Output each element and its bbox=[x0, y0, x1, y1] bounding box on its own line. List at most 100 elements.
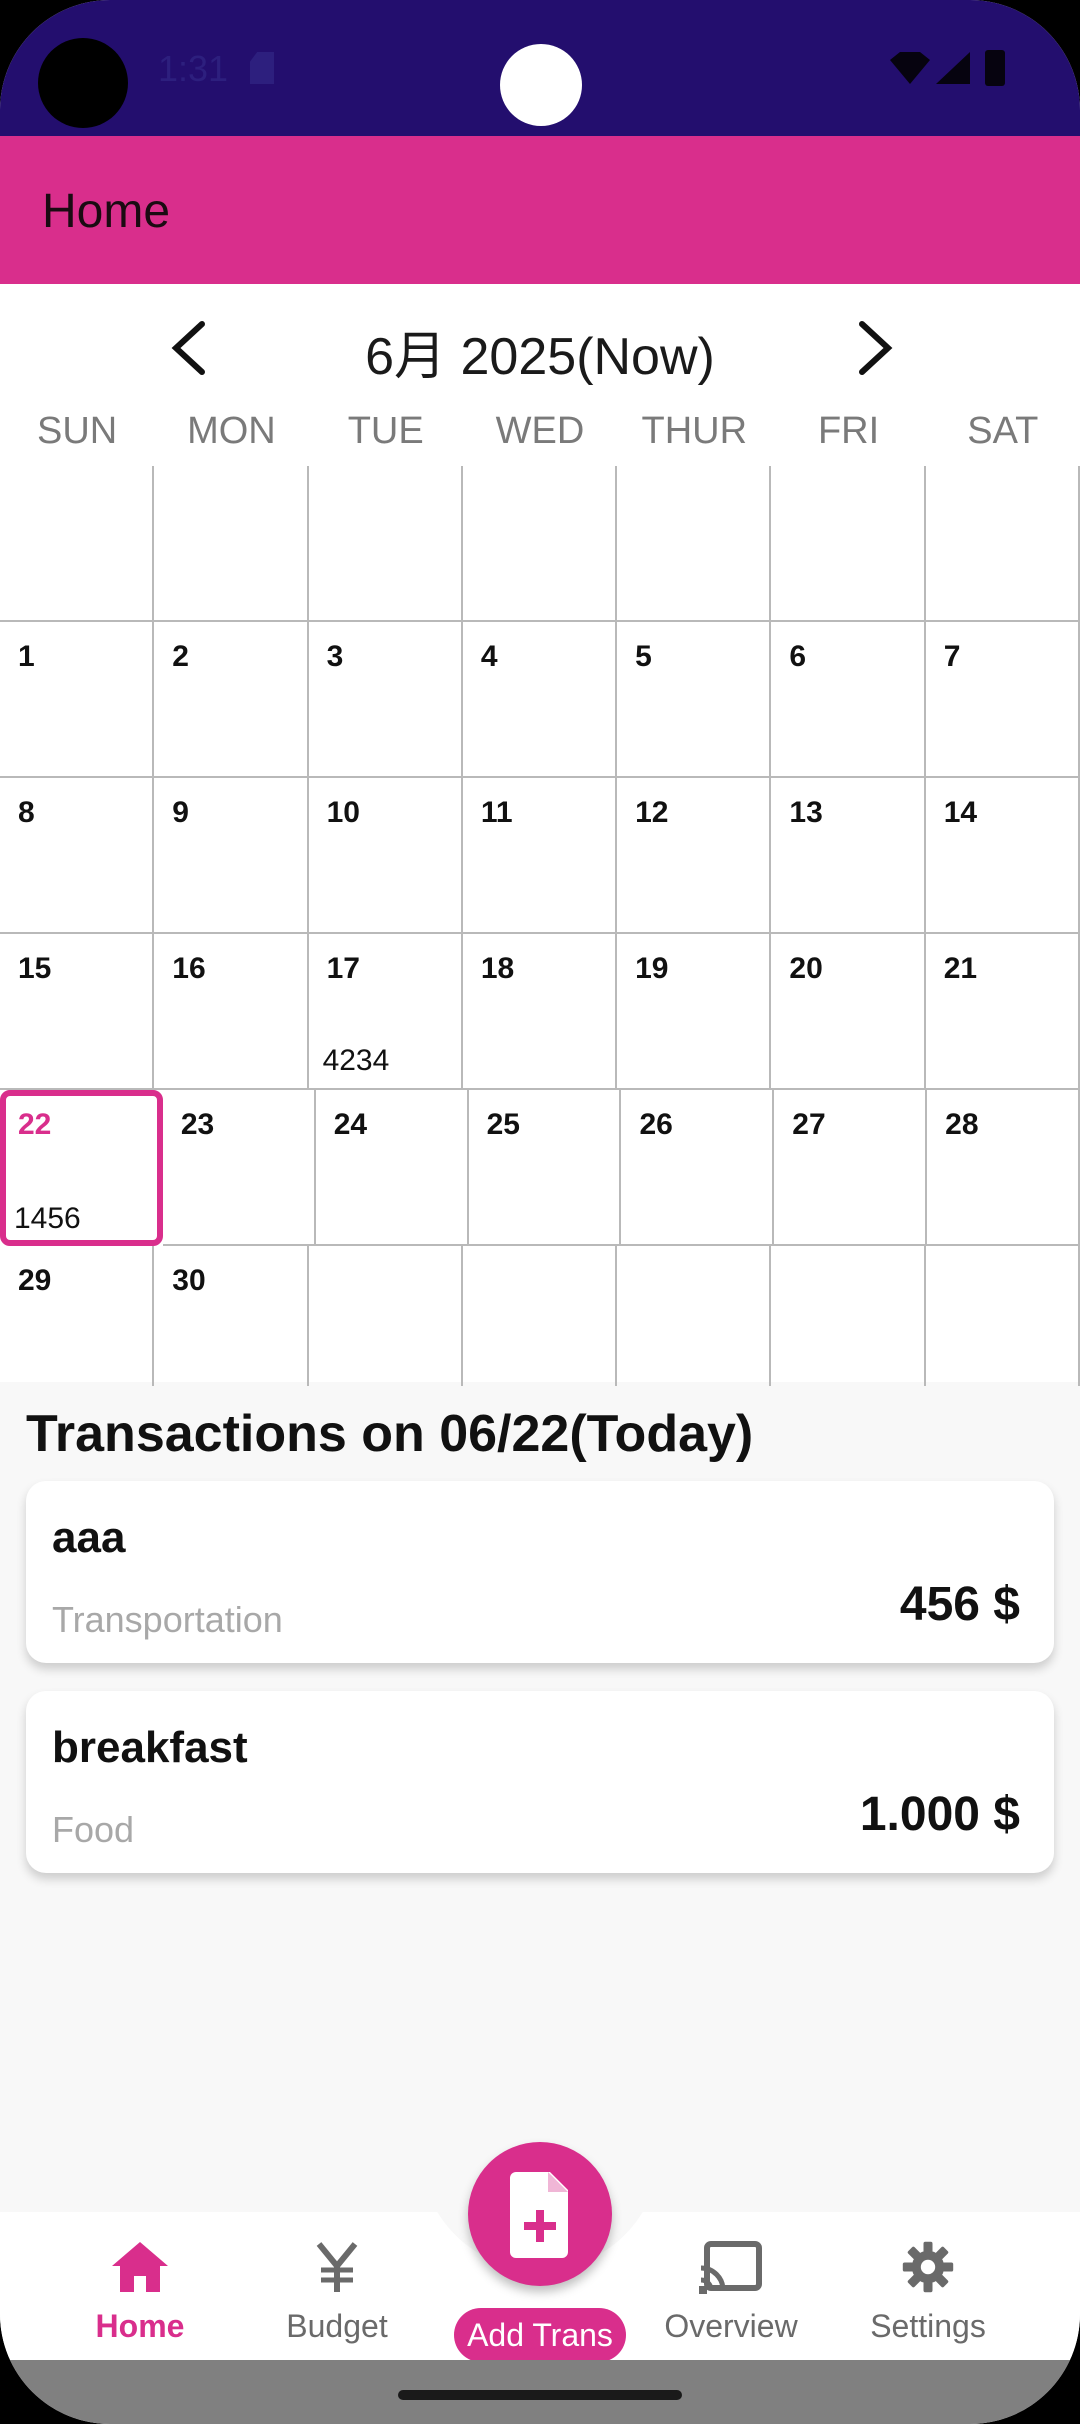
calendar-empty-cell bbox=[926, 1246, 1080, 1386]
calendar-day[interactable]: 15 bbox=[0, 934, 155, 1090]
transaction-card[interactable]: breakfast Food 1.000 $ bbox=[26, 1691, 1054, 1873]
day-number: 19 bbox=[635, 952, 669, 985]
day-number: 16 bbox=[172, 952, 206, 985]
battery-icon bbox=[985, 50, 1005, 86]
status-time: 1:31 bbox=[158, 48, 229, 89]
page-title: Home bbox=[42, 185, 171, 238]
calendar-day[interactable]: 8 bbox=[0, 778, 155, 934]
day-number: 15 bbox=[18, 952, 52, 985]
calendar-day[interactable]: 16 bbox=[154, 934, 309, 1090]
calendar-empty-cell bbox=[462, 466, 618, 622]
transaction-amount: 1.000 $ bbox=[859, 1788, 1020, 1841]
calendar-day[interactable]: 20 bbox=[771, 934, 926, 1090]
gear-icon bbox=[902, 2241, 954, 2293]
transaction-category: Transportation bbox=[52, 1599, 283, 1640]
day-number: 20 bbox=[789, 952, 823, 985]
weekday-label: TUE bbox=[347, 410, 424, 452]
calendar-day[interactable]: 1 bbox=[0, 622, 155, 778]
gesture-handle[interactable] bbox=[398, 2390, 682, 2400]
calendar-empty-cell bbox=[925, 466, 1080, 622]
day-number: 25 bbox=[486, 1108, 520, 1141]
calendar-day[interactable]: 19 bbox=[617, 934, 772, 1090]
calendar-day[interactable]: 30 bbox=[154, 1246, 309, 1386]
weekday-label: MON bbox=[187, 410, 276, 452]
add-transaction-label[interactable]: Add Trans bbox=[454, 2308, 626, 2362]
calendar-grid: 1 2 3 4 5 6 7 8 9 10 11 12 13 14 15 16 17 4234 18 19 20 21 22 1… bbox=[0, 466, 1080, 1386]
nav-label: Budget bbox=[286, 2308, 388, 2344]
calendar-day[interactable]: 11 bbox=[462, 778, 618, 934]
calendar-day[interactable]: 21 bbox=[925, 934, 1080, 1090]
camera-cutout-icon bbox=[38, 38, 128, 128]
calendar-day[interactable]: 2 bbox=[154, 622, 309, 778]
day-number: 11 bbox=[480, 796, 513, 829]
transaction-name: breakfast bbox=[52, 1723, 248, 1772]
month-title: 6月 2025(Now) bbox=[365, 328, 715, 386]
day-number: 5 bbox=[635, 640, 652, 673]
day-number: 2 bbox=[172, 640, 189, 673]
day-total: 4234 bbox=[322, 1044, 390, 1077]
calendar-empty-cell bbox=[771, 466, 926, 622]
calendar-week bbox=[0, 466, 1080, 622]
day-number: 10 bbox=[326, 796, 360, 829]
chevron-left-icon[interactable] bbox=[166, 318, 212, 378]
calendar: 6月 2025(Now) SUN MON TUE WED THUR FRI SA… bbox=[0, 284, 1080, 1386]
calendar-empty-cell bbox=[309, 1246, 463, 1386]
nav-item-budget[interactable]: Budget bbox=[252, 2240, 422, 2345]
nav-item-overview[interactable]: Overview bbox=[646, 2240, 816, 2345]
calendar-day[interactable]: 26 bbox=[621, 1090, 775, 1246]
day-number: 27 bbox=[792, 1108, 826, 1141]
day-total: 1456 bbox=[14, 1202, 81, 1235]
calendar-day[interactable]: 29 bbox=[0, 1246, 155, 1386]
calendar-day[interactable]: 25 bbox=[468, 1090, 622, 1246]
calendar-day[interactable]: 9 bbox=[154, 778, 309, 934]
day-number: 26 bbox=[639, 1108, 673, 1141]
transaction-amount: 456 $ bbox=[899, 1578, 1020, 1631]
nav-label: Overview bbox=[664, 2308, 798, 2344]
calendar-day[interactable]: 10 bbox=[308, 778, 463, 934]
calendar-day[interactable]: 4 bbox=[462, 622, 618, 778]
yen-icon bbox=[316, 2242, 358, 2292]
calendar-empty-cell bbox=[617, 466, 772, 622]
calendar-day[interactable]: 7 bbox=[925, 622, 1080, 778]
transaction-card[interactable]: aaa Transportation 456 $ bbox=[26, 1481, 1054, 1663]
calendar-week: 22 1456 23 24 25 26 27 28 bbox=[0, 1090, 1080, 1246]
transaction-name: aaa bbox=[52, 1513, 126, 1562]
calendar-day[interactable]: 17 4234 bbox=[308, 934, 463, 1090]
calendar-day[interactable]: 12 bbox=[617, 778, 772, 934]
signal-icon bbox=[936, 52, 970, 84]
calendar-week: 15 16 17 4234 18 19 20 21 bbox=[0, 934, 1080, 1090]
calendar-day[interactable]: 18 bbox=[462, 934, 618, 1090]
calendar-day[interactable]: 14 bbox=[925, 778, 1080, 934]
chevron-right-icon[interactable] bbox=[852, 318, 898, 378]
day-number: 24 bbox=[333, 1108, 368, 1141]
day-number: 14 bbox=[943, 796, 978, 829]
nav-item-settings[interactable]: Settings bbox=[843, 2240, 1013, 2345]
calendar-day[interactable]: 13 bbox=[771, 778, 926, 934]
weekday-label: FRI bbox=[817, 410, 880, 452]
add-transaction-button[interactable] bbox=[468, 2142, 612, 2286]
day-number: 23 bbox=[180, 1108, 215, 1141]
add-file-icon bbox=[510, 2172, 568, 2258]
calendar-day[interactable]: 6 bbox=[771, 622, 926, 778]
calendar-empty-cell bbox=[154, 466, 309, 622]
day-number: 29 bbox=[18, 1264, 52, 1297]
calendar-day[interactable]: 22 1456 bbox=[0, 1090, 163, 1246]
calendar-empty-cell bbox=[771, 1246, 926, 1386]
day-number: 17 bbox=[326, 952, 360, 985]
nav-item-home[interactable]: Home bbox=[55, 2240, 225, 2345]
sd-card-icon bbox=[250, 52, 274, 84]
weekday-header: SUN MON TUE WED THUR FRI SAT bbox=[0, 410, 1080, 462]
cast-icon bbox=[699, 2241, 762, 2294]
day-number: 7 bbox=[943, 640, 961, 673]
calendar-day[interactable]: 5 bbox=[617, 622, 772, 778]
calendar-day[interactable]: 27 bbox=[774, 1090, 928, 1246]
calendar-day[interactable]: 3 bbox=[308, 622, 463, 778]
day-number: 13 bbox=[789, 796, 823, 829]
calendar-day[interactable]: 23 bbox=[162, 1090, 316, 1246]
calendar-week: 29 30 bbox=[0, 1246, 1080, 1386]
calendar-day[interactable]: 28 bbox=[927, 1090, 1080, 1246]
calendar-day[interactable]: 24 bbox=[315, 1090, 469, 1246]
calendar-empty-cell bbox=[463, 1246, 618, 1386]
day-number: 9 bbox=[172, 796, 189, 829]
transactions-heading: Transactions on 06/22(Today) bbox=[26, 1405, 754, 1463]
